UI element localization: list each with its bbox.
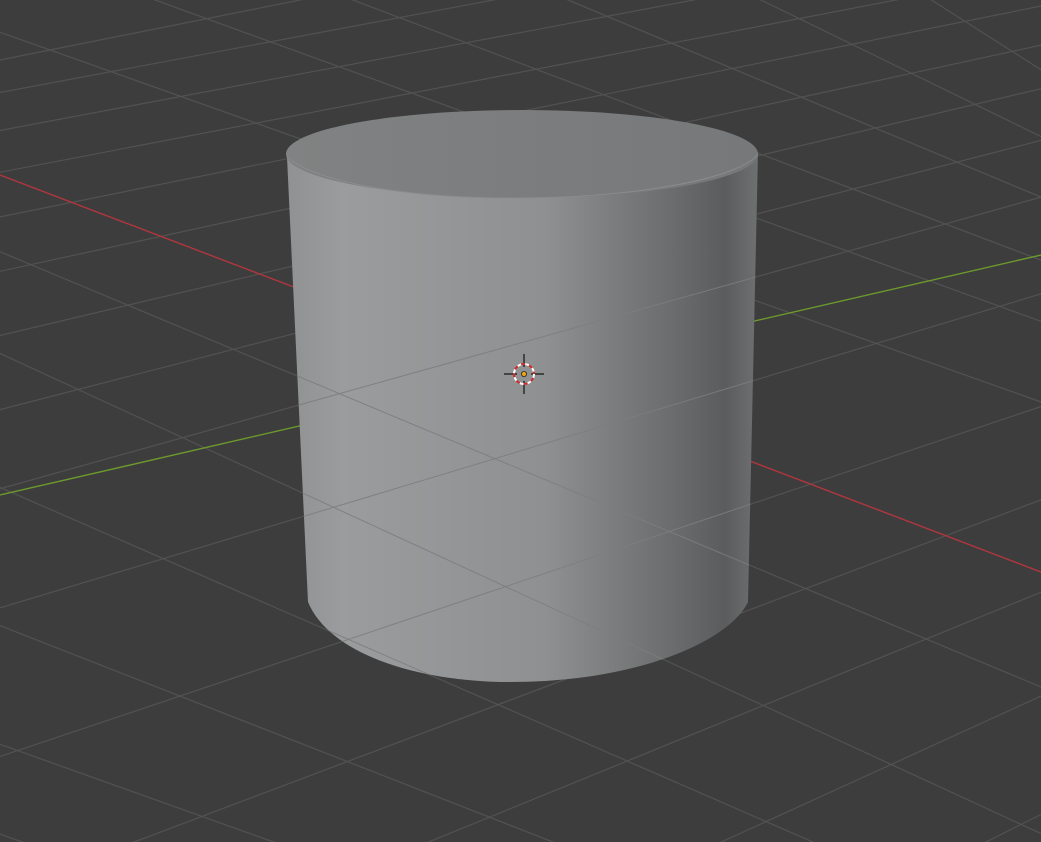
cylinder-side bbox=[287, 152, 758, 682]
3d-viewport[interactable] bbox=[0, 0, 1041, 842]
cylinder-top-cap bbox=[286, 110, 758, 198]
origin-dot-icon bbox=[521, 371, 527, 377]
